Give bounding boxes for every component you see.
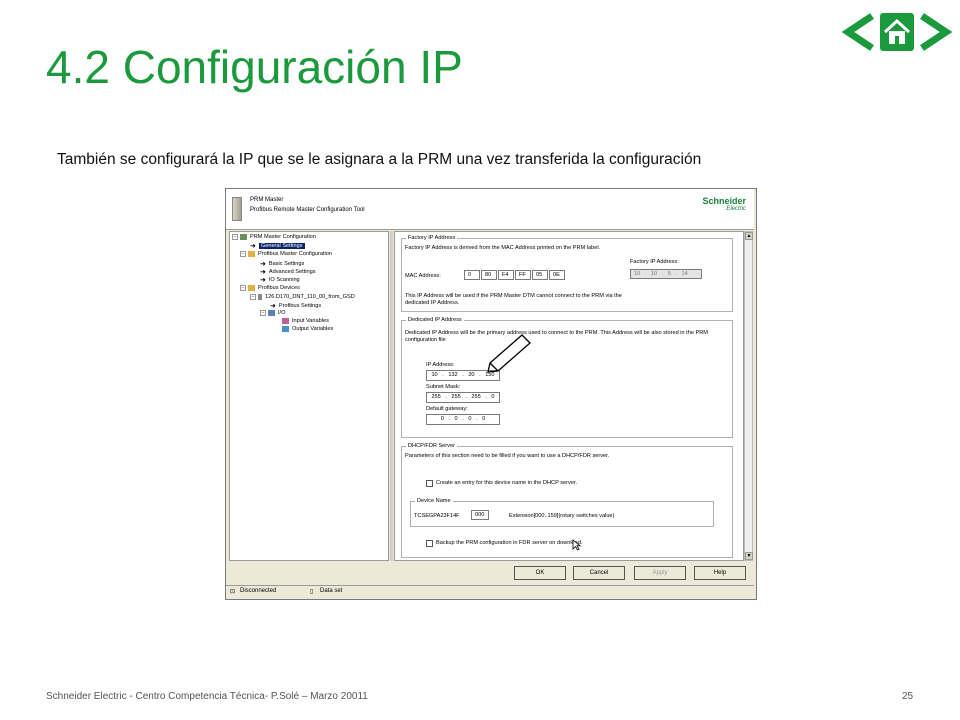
tree-item-master-config[interactable]: − Profibus Master Configuration	[240, 251, 332, 257]
page-number: 25	[902, 691, 914, 702]
connection-icon: ⊡	[230, 589, 236, 595]
extension-label: Extension[000..159](rotary switches valu…	[509, 513, 615, 519]
mac-address-label: MAC Address:	[405, 273, 441, 279]
tree-item-io[interactable]: − I/O	[260, 310, 285, 316]
tree-item-basic-settings[interactable]: ➜ Basic Settings	[260, 260, 304, 268]
help-button[interactable]: Help	[694, 566, 746, 580]
chevron-left-icon[interactable]	[841, 13, 874, 51]
factory-ip-field: 10 . 10 . 5 . 14	[630, 269, 702, 279]
subnet-mask-label: Subnet Mask:	[426, 384, 461, 390]
default-gateway-label: Default gateway:	[426, 406, 468, 412]
folder-icon	[248, 251, 255, 257]
tree-item-device[interactable]: −126.D170_DNT_110_00_from_GSD	[250, 294, 355, 300]
device-name-value: TCSEGPA23F14F	[414, 513, 460, 519]
prm-master-window: PRM Master Profibus Remote Master Config…	[225, 188, 757, 600]
mac-byte-4[interactable]: FF	[515, 270, 531, 280]
config-tree: − PRM Master Configuration ➜ General Setti…	[229, 231, 389, 561]
dedicated-ip-group: Dedicated IP Address Dedicated IP Addres…	[401, 317, 733, 438]
dataset-icon: ▯	[310, 589, 314, 595]
ip-address-label: IP Address:	[426, 362, 455, 368]
factory-ip-note: This IP Address will be used if the PRM …	[405, 293, 622, 306]
dhcp-fdr-group: DHCP/FDR Server Parameters of this secti…	[401, 443, 733, 558]
folder-icon	[248, 285, 255, 291]
arrow-icon: ➜	[270, 303, 276, 310]
factory-ip-group: Factory IP Address Factory IP Address is…	[401, 235, 733, 312]
dedicated-ip-legend: Dedicated IP Address	[406, 317, 464, 323]
tree-item-input-variables[interactable]: Input Variables	[282, 318, 329, 324]
dhcp-fdr-desc: Parameters of this section need to be fi…	[405, 453, 610, 459]
mac-byte-2[interactable]: 80	[481, 270, 497, 280]
slide-navigation	[841, 10, 953, 54]
device-name-legend: Device Name	[415, 498, 453, 504]
subnet-mask-field[interactable]: 255 . 255 . 255 . 0	[426, 392, 500, 403]
cancel-button[interactable]: Cancel	[573, 566, 625, 580]
chevron-right-icon[interactable]	[920, 13, 953, 51]
slide-title: 4.2 Configuración IP	[46, 41, 463, 93]
device-icon	[258, 294, 262, 300]
create-dhcp-entry-label: Create an entry for this device name in …	[436, 480, 578, 486]
dialog-button-bar: OK Cancel Apply Help	[226, 561, 754, 583]
tree-item-io-scanning[interactable]: ➜ IO Scanning	[260, 276, 300, 284]
backup-fdr-checkbox[interactable]	[426, 540, 433, 547]
scroll-up-icon[interactable]: ▲	[745, 232, 753, 240]
footer-credits: Schneider Electric - Centro Competencia …	[46, 691, 368, 702]
mac-byte-3[interactable]: F4	[498, 270, 514, 280]
factory-ip-desc: Factory IP Address is derived from the M…	[405, 245, 601, 251]
arrow-icon: ➜	[260, 261, 266, 268]
connection-status: Disconnected	[240, 588, 277, 594]
pencil-annotation-icon	[487, 334, 531, 373]
io-icon	[268, 310, 275, 316]
extension-field[interactable]: 000	[471, 510, 489, 520]
default-gateway-field[interactable]: 0 . 0 . 0 . 0	[426, 414, 500, 425]
variables-icon	[282, 318, 289, 324]
tree-item-advanced-settings[interactable]: ➜ Advanced Settings	[260, 268, 316, 276]
tree-item-output-variables[interactable]: Output Variables	[282, 326, 333, 332]
apply-button[interactable]: Apply	[634, 566, 686, 580]
arrow-icon: ➜	[260, 269, 266, 276]
home-icon[interactable]	[880, 13, 914, 51]
slide-subtitle: También se configurará la IP que se le a…	[57, 151, 702, 168]
arrow-icon: ➜	[260, 277, 266, 284]
prm-device-icon	[232, 197, 242, 221]
mouse-cursor-icon	[572, 539, 581, 551]
mac-byte-6[interactable]: 0E	[549, 270, 565, 280]
scroll-down-icon[interactable]: ▼	[745, 552, 753, 560]
tree-item-profibus-settings[interactable]: ➜ Profibus Settings	[270, 302, 321, 310]
header-subtitle: Profibus Remote Master Configuration Too…	[250, 207, 365, 213]
header-title: PRM Master	[250, 197, 284, 203]
create-dhcp-entry-checkbox[interactable]	[426, 480, 433, 487]
backup-fdr-label: Backup the PRM configuration in FDR serv…	[436, 540, 583, 546]
variables-icon	[282, 326, 289, 332]
ok-button[interactable]: OK	[514, 566, 566, 580]
factory-ip-label: Factory IP Address:	[630, 259, 679, 265]
settings-scrollbar[interactable]: ▲ ▼	[744, 231, 753, 561]
schneider-logo: Schneider Electric	[702, 196, 746, 213]
tree-item-root[interactable]: − PRM Master Configuration	[232, 234, 316, 240]
mac-byte-5[interactable]: 05	[532, 270, 548, 280]
window-header: PRM Master Profibus Remote Master Config…	[226, 189, 754, 230]
device-name-group: Device Name TCSEGPA23F14F 000 Extension[…	[410, 498, 714, 527]
dhcp-fdr-legend: DHCP/FDR Server	[406, 443, 457, 449]
mac-byte-1[interactable]: 0	[464, 270, 480, 280]
status-bar: ⊡ Disconnected ▯ Data set	[226, 585, 754, 597]
arrow-icon: ➜	[250, 243, 256, 250]
pane-splitter[interactable]	[390, 231, 393, 561]
general-settings-pane: Factory IP Address Factory IP Address is…	[394, 231, 744, 561]
config-icon	[240, 234, 247, 240]
tree-item-general-settings[interactable]: ➜ General Settings	[250, 242, 305, 250]
dedicated-ip-desc: Dedicated IP Address will be the primary…	[405, 330, 708, 343]
dataset-status: Data set	[320, 588, 343, 594]
factory-ip-legend: Factory IP Address	[406, 235, 458, 241]
tree-item-profibus-devices[interactable]: − Profibus Devices	[240, 285, 300, 291]
